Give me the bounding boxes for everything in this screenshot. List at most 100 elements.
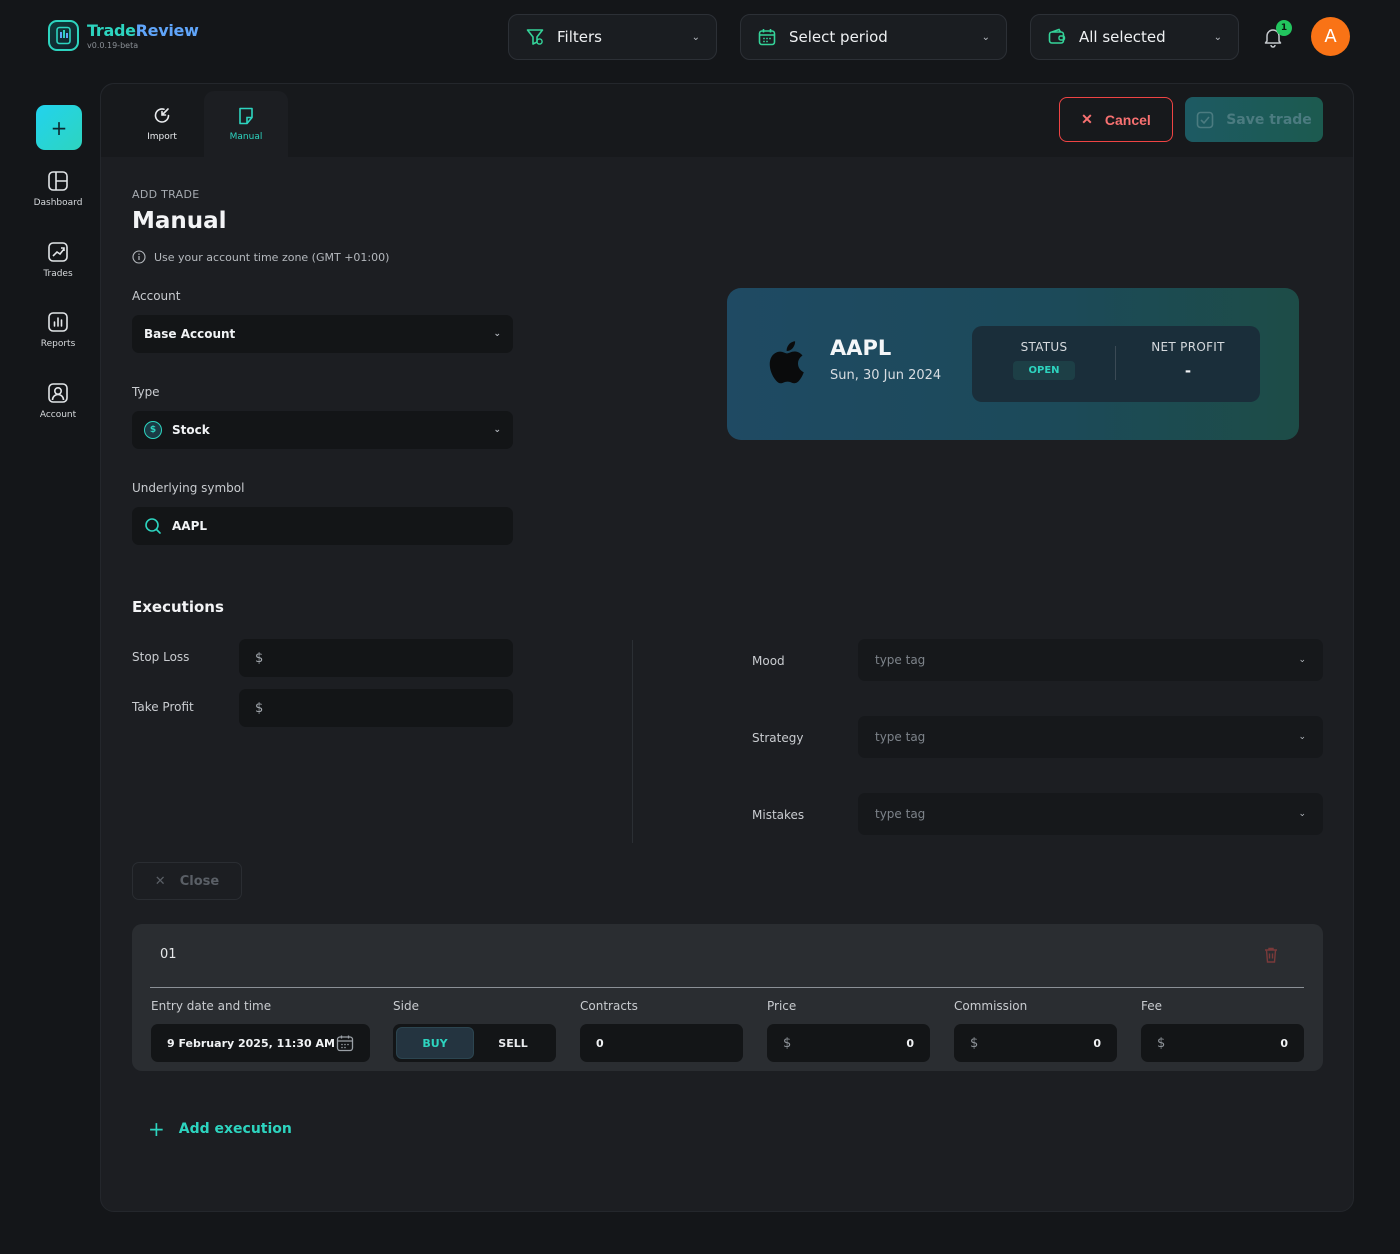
trade-date: Sun, 30 Jun 2024 [830,368,942,383]
close-trade-button[interactable]: ✕ Close [132,862,242,900]
side-label: Side [393,999,419,1013]
mood-label: Mood [752,654,785,668]
mode-tabbar: Import Manual ✕ Cancel Save trade [101,84,1353,157]
app-version: v0.0.19-beta [87,41,139,50]
add-trade-panel: Import Manual ✕ Cancel Save trade ADD TR… [100,83,1354,1212]
plus-icon: + [148,1117,165,1141]
stop-loss-label: Stop Loss [132,650,190,664]
import-icon [154,108,170,123]
section-overline: ADD TRADE [132,188,200,201]
take-profit-label: Take Profit [132,700,194,714]
info-icon [132,250,146,264]
app-logo[interactable]: TradeReview v0.0.19-beta [48,20,199,51]
tab-label: Manual [229,132,263,142]
mistakes-label: Mistakes [752,808,805,822]
chevron-down-icon: ⌄ [493,329,501,339]
executions-title: Executions [132,598,224,616]
currency-symbol: $ [783,1035,792,1051]
period-label: Select period [789,28,888,46]
currency-symbol: $ [970,1035,979,1051]
chevron-down-icon: ⌄ [1298,655,1306,665]
account-label: Account [132,289,181,303]
buy-option[interactable]: BUY [396,1027,474,1059]
column-divider [632,640,633,843]
commission-label: Commission [954,999,1028,1013]
save-trade-button[interactable]: Save trade [1185,97,1323,142]
execution-number: 01 [160,947,177,962]
symbol-label: Underlying symbol [132,481,245,495]
avatar[interactable]: A [1311,17,1350,56]
mood-tag-select[interactable]: type tag ⌄ [858,639,1323,681]
check-square-icon [1196,111,1214,128]
entry-label: Entry date and time [151,999,272,1013]
sidebar-item-label: Reports [40,339,76,349]
calendar-icon [758,29,776,46]
close-icon: ✕ [1081,111,1093,127]
trade-summary-card: AAPL Sun, 30 Jun 2024 STATUS OPEN NET PR… [727,288,1299,440]
logo-icon [48,20,79,51]
sidebar-item-label: Trades [43,269,73,279]
net-profit-header: NET PROFIT [1151,340,1225,354]
sidebar-item-dashboard[interactable]: Dashboard [22,170,94,208]
chevron-down-icon: ⌄ [1298,732,1306,742]
tab-manual[interactable]: Manual [204,91,288,157]
sidebar-item-trades[interactable]: Trades [22,241,94,279]
account-select[interactable]: Base Account ⌄ [132,315,513,353]
entry-datetime-input[interactable]: 9 February 2025, 11:30 AM [151,1024,370,1062]
stop-loss-input[interactable]: $ [239,639,513,677]
sidebar-item-label: Dashboard [33,198,83,208]
sell-option[interactable]: SELL [474,1027,552,1059]
fee-label: Fee [1141,999,1163,1013]
trade-symbol: AAPL [830,336,892,360]
search-icon [145,518,161,534]
chevron-down-icon: ⌄ [493,425,501,435]
plus-icon: + [50,115,68,140]
sidebar-item-reports[interactable]: Reports [22,311,94,349]
net-profit-value: - [1184,362,1192,380]
status-header: STATUS [1020,340,1068,354]
account-icon [48,383,68,403]
filters-label: Filters [557,28,602,46]
chevron-down-icon: ⌄ [1298,809,1306,819]
accounts-label: All selected [1079,28,1166,46]
period-dropdown[interactable]: Select period ⌄ [740,14,1007,60]
currency-symbol: $ [255,650,264,666]
type-select[interactable]: $ Stock ⌄ [132,411,513,449]
price-input[interactable]: $ 0 [767,1024,930,1062]
calendar-icon[interactable] [336,1034,354,1052]
reports-icon [48,312,68,332]
timezone-note: Use your account time zone (GMT +01:00) [132,250,389,264]
currency-symbol: $ [255,700,264,716]
filter-icon [526,29,544,45]
wallet-icon [1048,28,1066,44]
symbol-search-input[interactable]: AAPL [132,507,513,545]
side-toggle: BUY SELL [393,1024,556,1062]
contracts-label: Contracts [580,999,638,1013]
take-profit-input[interactable]: $ [239,689,513,727]
contracts-input[interactable]: 0 [580,1024,743,1062]
mistakes-tag-select[interactable]: type tag ⌄ [858,793,1323,835]
chevron-down-icon: ⌄ [691,31,700,43]
sidebar-item-account[interactable]: Account [22,382,94,420]
stock-icon: $ [144,421,162,439]
trash-icon[interactable] [1263,946,1279,964]
chevron-down-icon: ⌄ [1213,31,1222,43]
filters-dropdown[interactable]: Filters ⌄ [508,14,717,60]
close-icon: ✕ [154,873,166,889]
notification-badge: 1 [1276,20,1292,36]
tab-import[interactable]: Import [120,91,204,157]
add-execution-button[interactable]: + Add execution [148,1117,292,1141]
strategy-label: Strategy [752,731,804,745]
accounts-dropdown[interactable]: All selected ⌄ [1030,14,1239,60]
cancel-button[interactable]: ✕ Cancel [1059,97,1173,142]
trades-icon [48,242,68,262]
type-label: Type [132,385,160,399]
currency-symbol: $ [1157,1035,1166,1051]
fee-input[interactable]: $ 0 [1141,1024,1304,1062]
commission-input[interactable]: $ 0 [954,1024,1117,1062]
note-icon [239,107,253,125]
execution-row: 01 Entry date and time 9 February 2025, … [132,924,1323,1071]
add-trade-button[interactable]: + [36,105,82,150]
strategy-tag-select[interactable]: type tag ⌄ [858,716,1323,758]
page-title: Manual [132,208,227,234]
